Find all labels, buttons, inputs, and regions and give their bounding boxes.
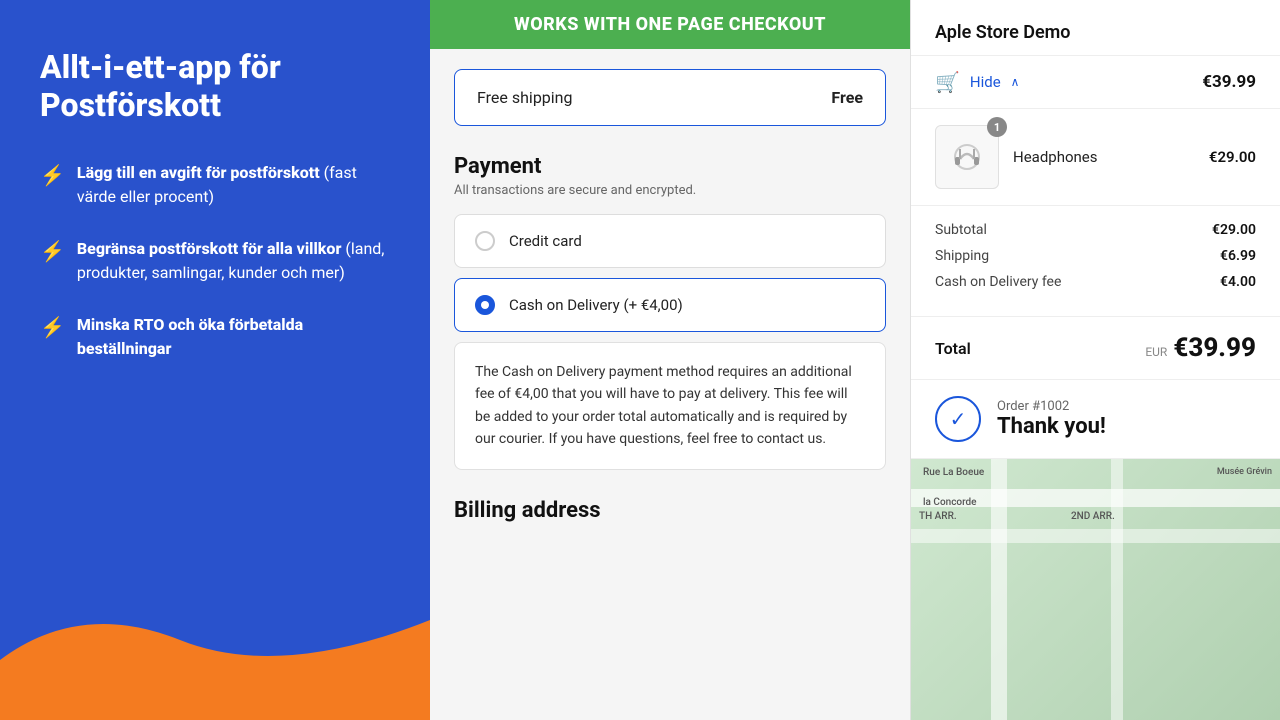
feature-text-3: Minska RTO och öka förbetalda beställnin… [77, 313, 390, 361]
summary-section: Subtotal €29.00 Shipping €6.99 Cash on D… [911, 206, 1280, 317]
total-currency: EUR [1145, 345, 1167, 359]
middle-panel: WORKS WITH ONE PAGE CHECKOUT Free shippi… [430, 0, 910, 720]
total-value: €39.99 [1173, 333, 1256, 363]
billing-section: Billing address [454, 498, 886, 555]
subtotal-label: Subtotal [935, 222, 987, 238]
cart-icon: 🛒 [935, 70, 960, 94]
store-name: Aple Store Demo [935, 22, 1070, 43]
left-panel: Allt-i-ett-app förPostförskott ⚡ Lägg ti… [0, 0, 430, 720]
feature-item-2: ⚡ Begränsa postförskott för alla villkor… [40, 237, 390, 285]
badge-text: WORKS WITH ONE PAGE CHECKOUT [514, 14, 826, 35]
check-icon: ✓ [950, 407, 967, 431]
map-label-musee: Musée Grévin [1217, 467, 1272, 477]
credit-card-label: Credit card [509, 232, 582, 250]
feature-list: ⚡ Lägg till en avgift för postförskott (… [40, 161, 390, 361]
order-info: Order #1002 Thank you! [997, 399, 1106, 439]
total-right: EUR €39.99 [1145, 333, 1256, 363]
payment-option-cod[interactable]: Cash on Delivery (+ €4,00) [454, 278, 886, 332]
feature-text-2: Begränsa postförskott för alla villkor (… [77, 237, 390, 285]
product-name: Headphones [1013, 148, 1195, 166]
lightning-icon-3: ⚡ [40, 315, 65, 339]
cod-fee-label: Cash on Delivery fee [935, 274, 1061, 290]
product-image-wrap: 1 [935, 125, 999, 189]
map-section: Rue La Boeue TH ARR. 2ND ARR. Musée Grév… [911, 459, 1280, 720]
store-header: Aple Store Demo [911, 0, 1280, 56]
shipping-label: Free shipping [477, 88, 573, 107]
shipping-row: Shipping €6.99 [935, 248, 1256, 264]
cod-fee-value: €4.00 [1220, 274, 1256, 290]
order-number: Order #1002 [997, 399, 1106, 414]
lightning-icon-1: ⚡ [40, 163, 65, 187]
hide-button[interactable]: Hide [970, 73, 1001, 91]
badge-bar: WORKS WITH ONE PAGE CHECKOUT [430, 0, 910, 49]
app-title: Allt-i-ett-app förPostförskott [40, 48, 390, 125]
payment-section: Payment All transactions are secure and … [454, 146, 886, 498]
check-circle: ✓ [935, 396, 981, 442]
right-panel: Aple Store Demo 🛒 Hide ∧ €39.99 1 H [910, 0, 1280, 720]
map-label-rue: Rue La Boeue [923, 467, 984, 478]
lightning-icon-2: ⚡ [40, 239, 65, 263]
payment-subtitle: All transactions are secure and encrypte… [454, 183, 886, 198]
orange-wave [0, 540, 430, 720]
subtotal-row: Subtotal €29.00 [935, 222, 1256, 238]
cod-info-text: The Cash on Delivery payment method requ… [475, 361, 865, 451]
feature-item-3: ⚡ Minska RTO och öka förbetalda beställn… [40, 313, 390, 361]
subtotal-value: €29.00 [1212, 222, 1256, 238]
cart-total: €39.99 [1202, 72, 1256, 92]
cart-left: 🛒 Hide ∧ [935, 70, 1019, 94]
feature-item-1: ⚡ Lägg till en avgift för postförskott (… [40, 161, 390, 209]
shipping-summary-value: €6.99 [1220, 248, 1256, 264]
cod-fee-row: Cash on Delivery fee €4.00 [935, 274, 1256, 290]
product-row: 1 Headphones €29.00 [911, 109, 1280, 206]
shipping-summary-label: Shipping [935, 248, 989, 264]
radio-credit-card[interactable] [475, 231, 495, 251]
chevron-up-icon: ∧ [1011, 75, 1020, 89]
cod-info-box: The Cash on Delivery payment method requ… [454, 342, 886, 470]
total-row: Total EUR €39.99 [911, 317, 1280, 380]
feature-text-1: Lägg till en avgift för postförskott (fa… [77, 161, 390, 209]
thankyou-section: ✓ Order #1002 Thank you! [911, 380, 1280, 459]
map-road-h2 [911, 529, 1280, 543]
billing-title: Billing address [454, 498, 886, 523]
middle-content[interactable]: Free shipping Free Payment All transacti… [430, 49, 910, 720]
total-label: Total [935, 339, 971, 358]
product-image [935, 125, 999, 189]
product-badge: 1 [987, 117, 1007, 137]
shipping-box: Free shipping Free [454, 69, 886, 126]
thank-you-text: Thank you! [997, 414, 1106, 439]
map-label-arr2: 2ND ARR. [1071, 511, 1115, 522]
cod-label: Cash on Delivery (+ €4,00) [509, 296, 683, 314]
radio-cod[interactable] [475, 295, 495, 315]
map-road-v2 [1111, 459, 1123, 720]
shipping-value: Free [831, 88, 863, 107]
product-price: €29.00 [1209, 148, 1256, 166]
payment-option-credit-card[interactable]: Credit card [454, 214, 886, 268]
map-label-concorde: la Concorde [923, 497, 977, 508]
map-label-arr1: TH ARR. [919, 511, 957, 522]
payment-title: Payment [454, 154, 886, 179]
cart-row: 🛒 Hide ∧ €39.99 [911, 56, 1280, 109]
headphones-svg [947, 137, 987, 177]
map-placeholder: Rue La Boeue TH ARR. 2ND ARR. Musée Grév… [911, 459, 1280, 720]
map-road-v1 [991, 459, 1007, 720]
